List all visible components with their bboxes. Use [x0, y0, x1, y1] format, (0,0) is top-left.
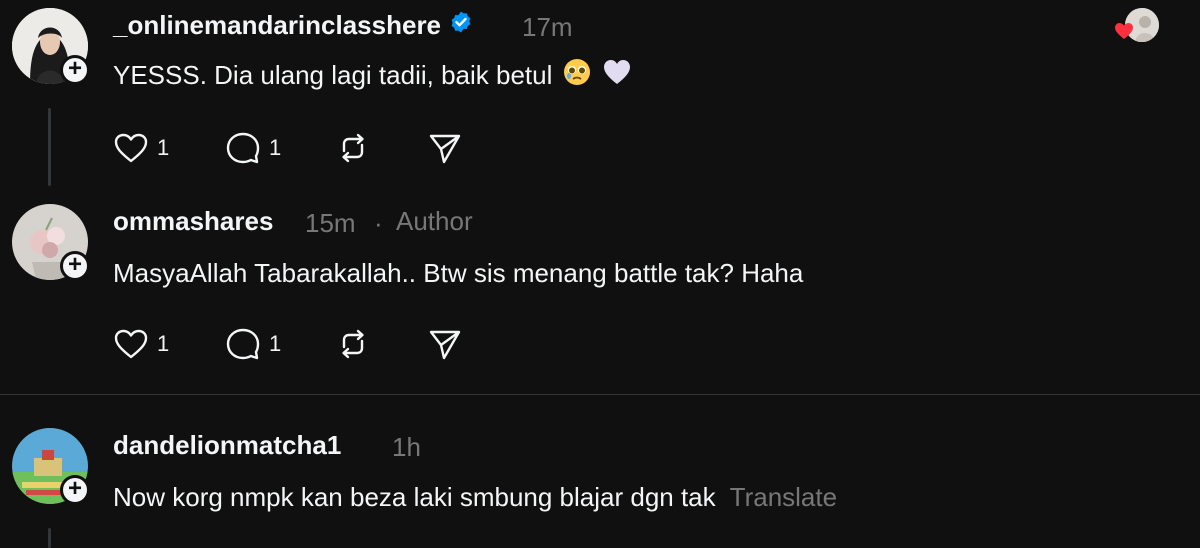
timestamp[interactable]: 1h: [392, 432, 421, 463]
like-count: 1: [157, 331, 170, 356]
reply-button[interactable]: 1: [225, 324, 281, 364]
repost-icon: [342, 329, 364, 359]
heart-icon: [114, 133, 148, 163]
repost-button[interactable]: [335, 324, 371, 364]
reply-post-1: + _onlinemandarinclasshere 17m YESSS. Di…: [0, 0, 1200, 190]
heart-icon: [1114, 22, 1134, 45]
divider: [0, 394, 1200, 395]
translate-link[interactable]: Translate: [730, 482, 837, 512]
follow-plus-icon[interactable]: +: [60, 475, 90, 505]
verified-badge-icon: [449, 10, 473, 41]
post-text: YESSS. Dia ulang lagi tadii, baik betul: [113, 57, 632, 94]
pleading-face-emoji: [562, 57, 592, 94]
comment-icon: [226, 328, 260, 360]
username[interactable]: dandelionmatcha1: [113, 430, 341, 461]
username[interactable]: ommashares: [113, 206, 273, 237]
heart-icon: [114, 329, 148, 359]
follow-plus-icon[interactable]: +: [60, 55, 90, 85]
like-button[interactable]: 1: [113, 324, 169, 364]
post-text: MasyaAllah Tabarakallah.. Btw sis menang…: [113, 258, 804, 288]
username[interactable]: _onlinemandarinclasshere: [113, 10, 473, 41]
thread-line: [48, 528, 51, 548]
reply-count: 1: [269, 135, 282, 160]
repost-icon: [342, 133, 364, 163]
repost-button[interactable]: [335, 128, 371, 168]
reply-button[interactable]: 1: [225, 128, 281, 168]
follow-plus-icon[interactable]: +: [60, 251, 90, 281]
separator-dot: ·: [374, 208, 383, 238]
post-text: Now korg nmpk kan beza laki smbung blaja…: [113, 482, 838, 512]
share-icon: [429, 330, 461, 360]
share-button[interactable]: [427, 128, 463, 168]
like-count: 1: [157, 135, 170, 160]
author-label: Author: [396, 206, 473, 236]
share-button[interactable]: [427, 324, 463, 364]
comment-icon: [226, 132, 260, 164]
share-icon: [429, 134, 461, 164]
white-heart-emoji: [602, 58, 632, 93]
reply-count: 1: [269, 331, 282, 356]
reply-post-3: + dandelionmatcha1 1h Now korg nmpk kan …: [0, 420, 1200, 548]
timestamp[interactable]: 17m: [522, 12, 573, 43]
timestamp[interactable]: 15m: [305, 208, 356, 239]
reply-post-2: + ommashares 15m · Author MasyaAllah Tab…: [0, 196, 1200, 386]
like-button[interactable]: 1: [113, 128, 169, 168]
